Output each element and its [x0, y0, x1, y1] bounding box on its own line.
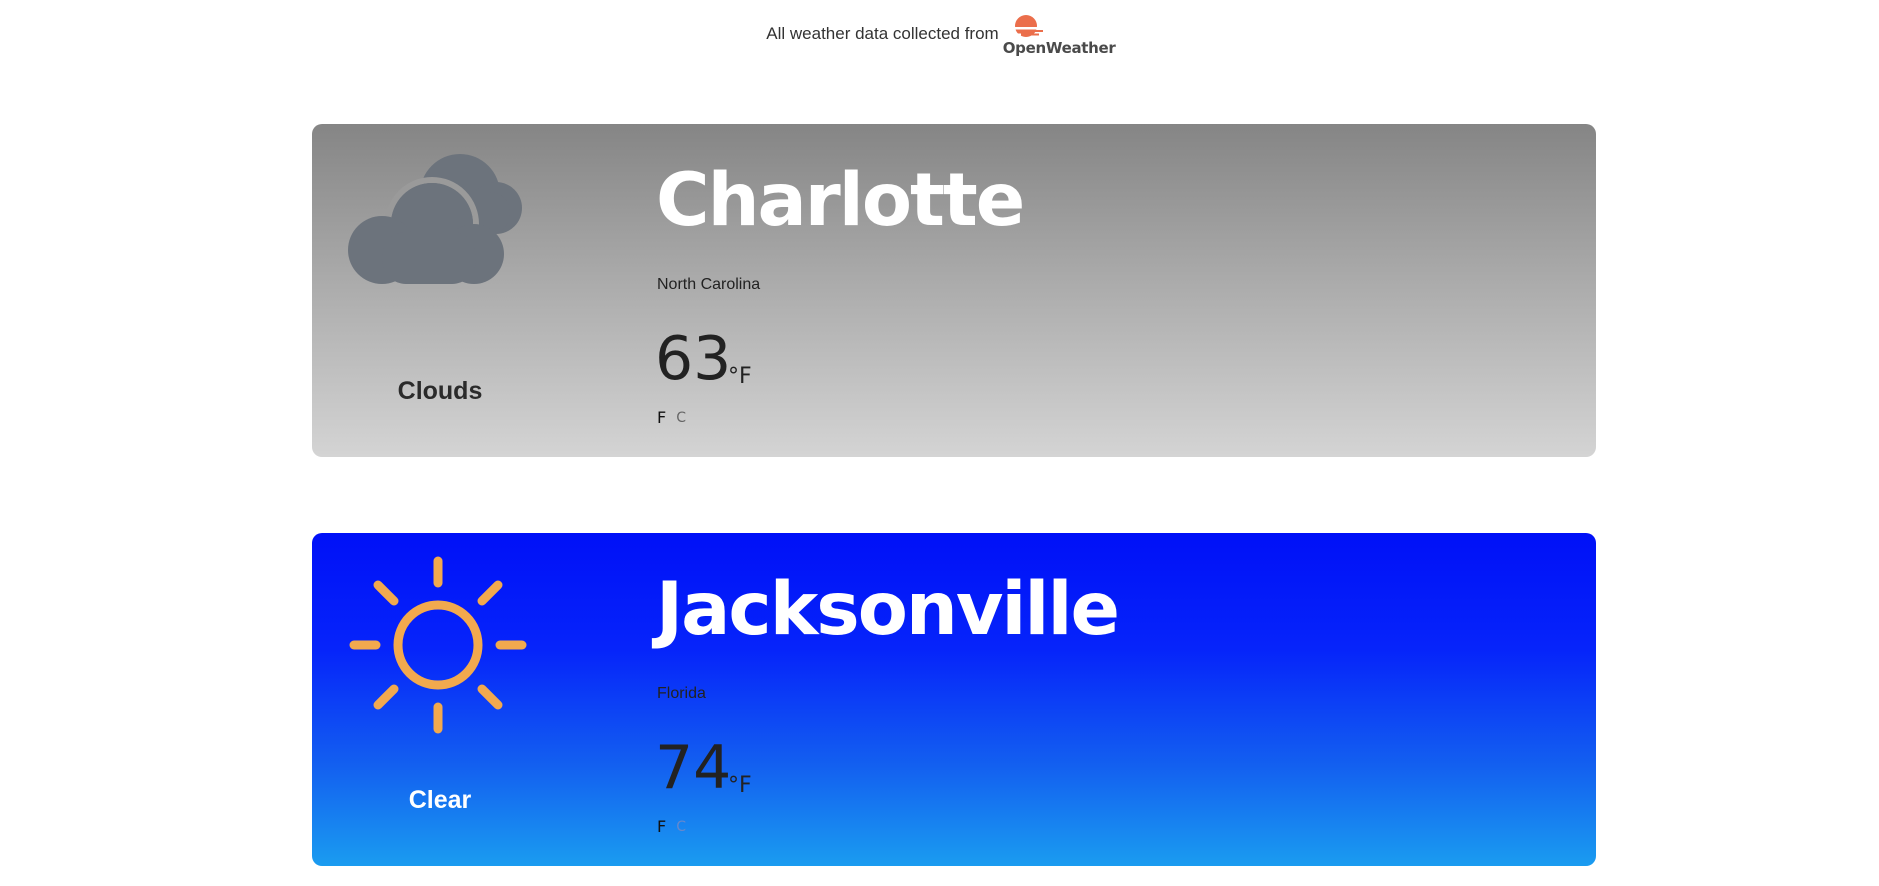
- openweather-sun-icon: [1012, 15, 1043, 37]
- sun-icon: [348, 555, 528, 735]
- unit-toggle: F C: [657, 817, 686, 836]
- condition-label: Clouds: [397, 377, 483, 405]
- fahrenheit-toggle[interactable]: F: [657, 408, 666, 427]
- city-name: Jacksonville: [656, 567, 1120, 652]
- temperature-value: 63: [655, 324, 732, 394]
- weather-card-jacksonville: Clear Jacksonville Florida 74 °F F C: [312, 533, 1596, 866]
- temperature-unit: °F: [728, 773, 752, 798]
- region-name: Florida: [657, 685, 706, 702]
- weather-card-charlotte: Clouds Charlotte North Carolina 63 °F F …: [312, 124, 1596, 457]
- unit-toggle: F C: [657, 408, 686, 427]
- cloud-icon: [348, 146, 528, 326]
- openweather-wordmark: OpenWeather: [1002, 39, 1116, 57]
- region-name: North Carolina: [657, 276, 761, 293]
- attribution-bar: All weather data collected from OpenWeat…: [0, 14, 1879, 62]
- celsius-toggle[interactable]: C: [676, 410, 686, 427]
- fahrenheit-toggle[interactable]: F: [657, 817, 666, 836]
- openweather-logo[interactable]: OpenWeather: [1002, 14, 1116, 62]
- temperature-value: 74: [655, 733, 732, 803]
- temperature-unit: °F: [728, 364, 752, 389]
- celsius-toggle[interactable]: C: [676, 819, 686, 836]
- condition-label: Clear: [408, 786, 472, 814]
- city-name: Charlotte: [656, 158, 1025, 243]
- attribution-text: All weather data collected from: [766, 24, 999, 43]
